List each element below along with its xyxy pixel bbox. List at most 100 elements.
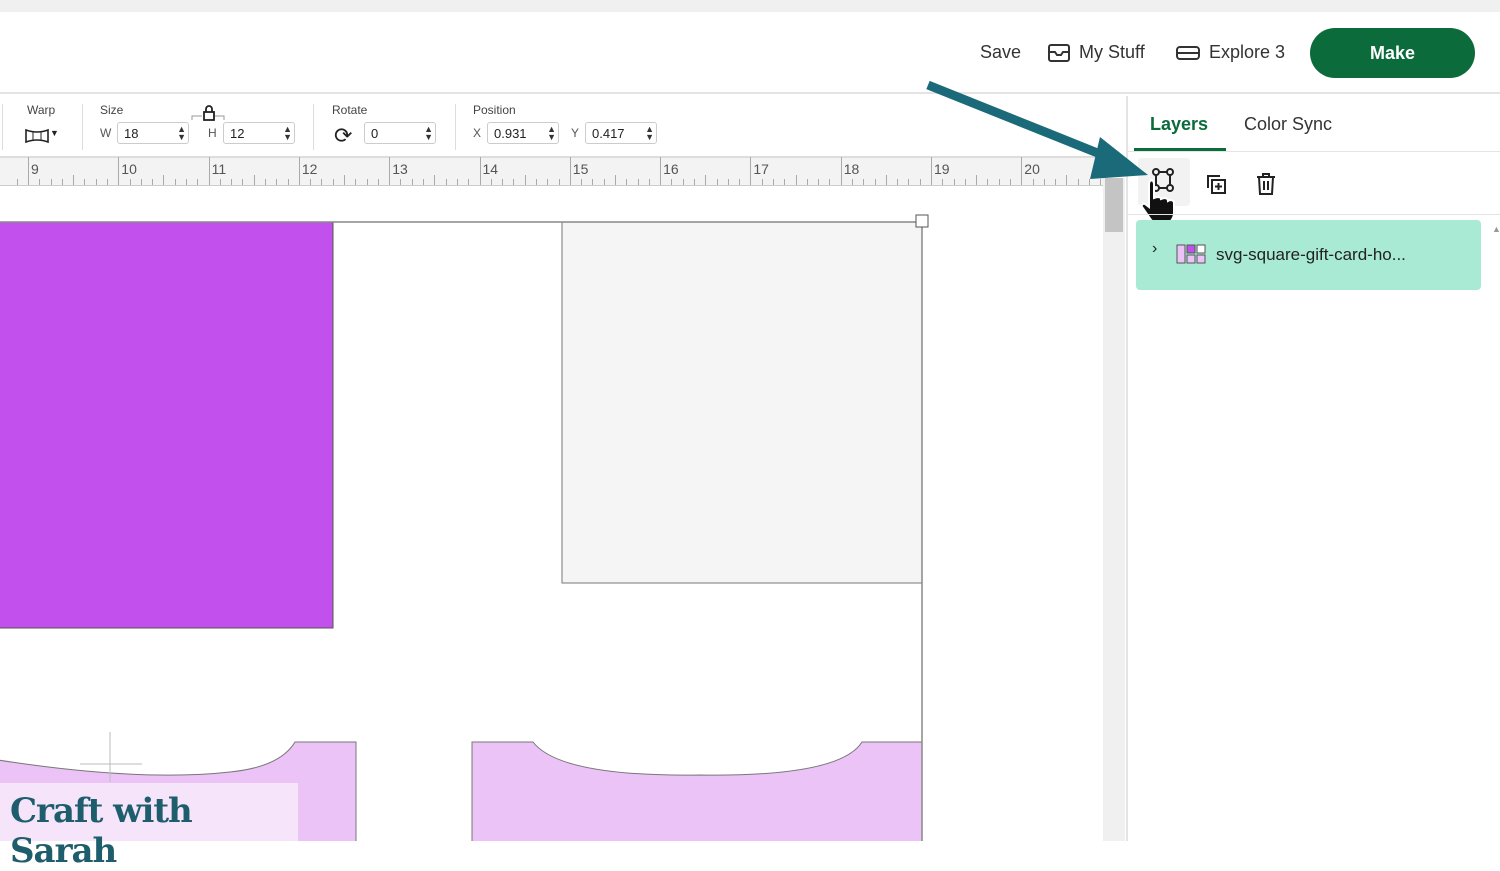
ruler-tick <box>693 179 695 185</box>
machine-label: Explore 3 <box>1209 42 1286 62</box>
layer-group-icon <box>1176 244 1206 264</box>
ruler-tick <box>671 179 673 185</box>
y-label: Y <box>571 126 580 140</box>
ruler-tick <box>434 175 436 185</box>
layer-item[interactable]: › svg-square-gift-card-ho... <box>1136 220 1481 290</box>
ruler-tick <box>366 179 368 185</box>
make-label: Make <box>1369 42 1416 63</box>
ruler-tick <box>242 179 244 185</box>
ruler-tick <box>140 179 142 185</box>
ruler-tick <box>377 179 379 185</box>
design-canvas[interactable] <box>0 187 1103 841</box>
ruler-tick <box>265 179 267 185</box>
ruler-tick <box>592 179 594 185</box>
stepper-icon[interactable]: ▲ ▼ <box>424 125 433 142</box>
resize-handle[interactable] <box>915 214 929 228</box>
ruler-number: 16 <box>663 161 679 177</box>
warp-dropdown[interactable]: ▼ <box>24 128 59 147</box>
rotate-icon[interactable]: ⟳ <box>334 123 352 149</box>
ruler-tick <box>558 179 560 185</box>
ruler-tick <box>885 175 887 185</box>
ruler-tick <box>524 175 526 185</box>
ruler-tick <box>174 179 176 185</box>
ruler-tick <box>321 179 323 185</box>
annotation-arrow <box>926 80 1148 179</box>
height-value: 12 <box>230 126 245 141</box>
ruler-tick <box>897 179 899 185</box>
tab-color-sync[interactable]: Color Sync <box>1244 114 1332 135</box>
make-button[interactable]: Make <box>1310 28 1475 78</box>
rotate-input[interactable]: 0 ▲ ▼ <box>364 122 436 144</box>
scroll-up-icon[interactable]: ▲ <box>1492 224 1500 234</box>
x-input[interactable]: 0.931 ▲ ▼ <box>487 122 559 144</box>
divider <box>2 104 3 150</box>
purple-square-shape[interactable] <box>0 221 334 629</box>
my-stuff-button[interactable]: My Stuff <box>1047 42 1145 63</box>
machine-button[interactable]: Explore 3 <box>1175 42 1285 63</box>
ruler-number: 18 <box>843 161 860 177</box>
ruler-tick <box>231 179 233 185</box>
pocket-shape-right[interactable] <box>471 741 923 841</box>
ruler-tick <box>795 175 797 185</box>
ruler-tick <box>761 179 763 185</box>
gray-square-shape[interactable] <box>561 221 923 584</box>
ruler-number: 12 <box>301 161 318 177</box>
ruler-tick <box>874 179 876 185</box>
ruler-tick <box>276 179 278 185</box>
delete-icon[interactable] <box>1254 172 1278 196</box>
ruler-tick <box>411 179 413 185</box>
ruler-tick <box>739 179 741 185</box>
ruler-tick <box>637 179 639 185</box>
y-input[interactable]: 0.417 ▲ ▼ <box>585 122 657 144</box>
ruler-tick <box>490 179 492 185</box>
canvas-shapes <box>0 214 929 841</box>
ruler-tick <box>310 179 312 185</box>
ruler-number: 10 <box>121 161 137 177</box>
ruler-tick <box>750 157 752 185</box>
height-input[interactable]: 12 ▲ ▼ <box>223 122 295 144</box>
ruler-tick <box>28 157 29 185</box>
my-stuff-label: My Stuff <box>1079 42 1145 62</box>
save-button[interactable]: Save <box>980 42 1021 63</box>
ruler-tick <box>626 179 628 185</box>
ruler-tick <box>287 179 289 185</box>
ruler-tick <box>197 179 199 185</box>
ruler-tick <box>84 179 86 185</box>
duplicate-icon[interactable] <box>1204 172 1228 196</box>
vertical-scrollbar[interactable] <box>1103 178 1125 841</box>
ruler-tick <box>39 179 41 185</box>
ruler-tick <box>163 175 165 185</box>
stepper-icon[interactable]: ▲ ▼ <box>283 125 292 142</box>
ruler-tick <box>208 157 210 185</box>
chevron-right-icon[interactable]: › <box>1152 240 1157 258</box>
ruler-tick <box>400 179 402 185</box>
divider <box>82 104 83 150</box>
stepper-icon[interactable]: ▲ ▼ <box>547 125 556 142</box>
rotate-value: 0 <box>371 126 379 141</box>
x-label: X <box>473 126 482 140</box>
lock-icon[interactable] <box>190 104 226 122</box>
ruler-tick <box>818 179 820 185</box>
warp-icon <box>25 128 49 144</box>
ruler-tick <box>152 179 154 185</box>
ruler-tick <box>186 179 188 185</box>
ruler-tick <box>118 157 120 185</box>
ruler-tick <box>547 179 549 185</box>
layers-panel: Layers Color Sync ▲ › svg-square-gift-ca… <box>1126 96 1500 841</box>
watermark-logo: Craft with Sarah <box>0 783 298 871</box>
ruler-tick <box>389 157 391 185</box>
machine-icon <box>1176 45 1200 60</box>
divider <box>313 104 314 150</box>
warp-label: Warp <box>27 103 56 117</box>
ruler-tick <box>851 179 853 185</box>
stepper-icon[interactable]: ▲ ▼ <box>645 125 654 142</box>
ruler-tick <box>253 175 255 185</box>
size-label: Size <box>100 103 124 117</box>
ruler-number: 15 <box>572 161 589 177</box>
ruler-tick <box>908 179 910 185</box>
ruler-tick <box>581 179 583 185</box>
ruler-tick <box>840 157 842 185</box>
ruler-tick <box>468 179 470 185</box>
width-input[interactable]: 18 ▲ ▼ <box>117 122 189 144</box>
stepper-icon[interactable]: ▲ ▼ <box>177 125 186 142</box>
